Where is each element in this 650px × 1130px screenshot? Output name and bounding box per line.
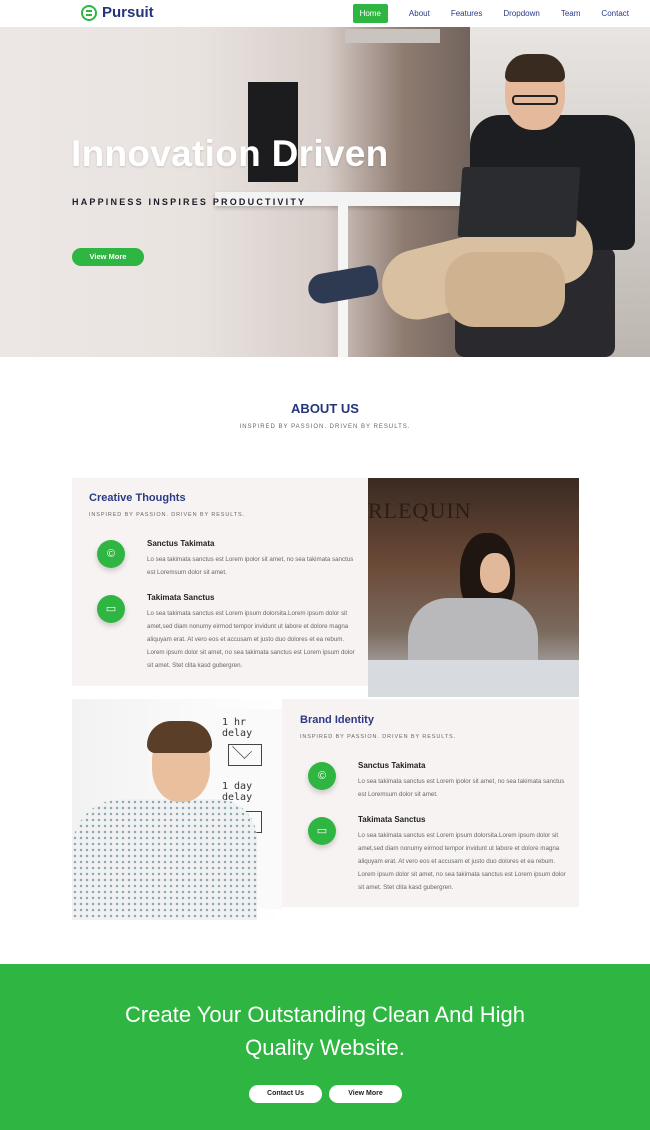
board-text: 1 hr delay [222, 717, 253, 739]
photo-man-shirt [72, 799, 257, 920]
card-subtitle: INSPIRED BY PASSION. DRIVEN BY RESULTS. [300, 734, 457, 740]
copyright-icon: © [97, 540, 125, 568]
laptop-icon: ▭ [308, 817, 336, 845]
nav-item-contact[interactable]: Contact [601, 9, 629, 18]
feature-text: Lo sea takimata sanctus est Lorem ipsum … [147, 610, 355, 669]
feature-title: Sanctus Takimata [147, 539, 215, 548]
about-subtitle: INSPIRED BY PASSION. DRIVEN BY RESULTS. [239, 424, 411, 430]
card-title: Creative Thoughts [89, 492, 186, 504]
nav-item-home[interactable]: Home [352, 4, 388, 23]
hero-shoe-image [305, 264, 381, 306]
cta-title-line-1: Create Your Outstanding Clean And High [125, 1002, 525, 1027]
cafe-sign-text: RLEQUIN [368, 498, 472, 523]
nav-item-about[interactable]: About [409, 9, 430, 18]
contact-us-button[interactable]: Contact Us [249, 1085, 322, 1103]
hero-view-more-button[interactable]: View More [72, 248, 144, 266]
woman-writing-photo: RLEQUIN [368, 478, 579, 697]
brand-logo[interactable]: Pursuit [81, 4, 154, 21]
board-text: 1 day delay [222, 781, 253, 803]
card-title: Brand Identity [300, 714, 374, 726]
top-navbar: Pursuit Home About Features Dropdown Tea… [0, 0, 650, 27]
nav-item-dropdown[interactable]: Dropdown [503, 9, 539, 18]
nav-item-team[interactable]: Team [561, 9, 581, 18]
copyright-icon: © [308, 762, 336, 790]
man-whiteboard-photo: 1 hr delay 1 day delay [72, 699, 282, 920]
cta-view-more-button[interactable]: View More [329, 1085, 402, 1103]
feature-title: Sanctus Takimata [358, 761, 426, 770]
about-title: ABOUT US [291, 401, 359, 416]
hero-banner [0, 27, 650, 357]
hero-subtitle: HAPPINESS INSPIRES PRODUCTIVITY [72, 197, 307, 207]
feature-title: Takimata Sanctus [147, 593, 215, 602]
hero-laptop-image [457, 167, 581, 237]
cta-title-line-2: Quality Website. [245, 1035, 405, 1060]
hero-person-leg-2 [445, 252, 565, 327]
photo-woman-face [480, 553, 510, 593]
photo-table [368, 660, 579, 697]
main-menu: Home About Features Dropdown Team Contac… [352, 0, 650, 27]
feature-title: Takimata Sanctus [358, 815, 426, 824]
photo-woman-body [408, 598, 538, 668]
nav-item-features[interactable]: Features [451, 9, 483, 18]
hero-person-glasses [512, 95, 558, 105]
brand-name: Pursuit [102, 4, 154, 21]
feature-text: Lo sea takimata sanctus est Lorem ipolor… [358, 778, 565, 798]
photo-man-hair [147, 721, 212, 753]
envelope-drawing-icon [228, 744, 262, 766]
feature-text: Lo sea takimata sanctus est Lorem ipolor… [147, 556, 354, 576]
feature-text: Lo sea takimata sanctus est Lorem ipsum … [358, 832, 566, 891]
hero-title: Innovation Driven [71, 133, 389, 174]
hero-person-hair [505, 54, 565, 82]
card-subtitle: INSPIRED BY PASSION. DRIVEN BY RESULTS. [89, 512, 246, 518]
hero-shelf-image [345, 29, 440, 43]
logo-icon [81, 4, 97, 21]
cta-title: Create Your Outstanding Clean And High Q… [0, 998, 650, 1064]
laptop-icon: ▭ [97, 595, 125, 623]
